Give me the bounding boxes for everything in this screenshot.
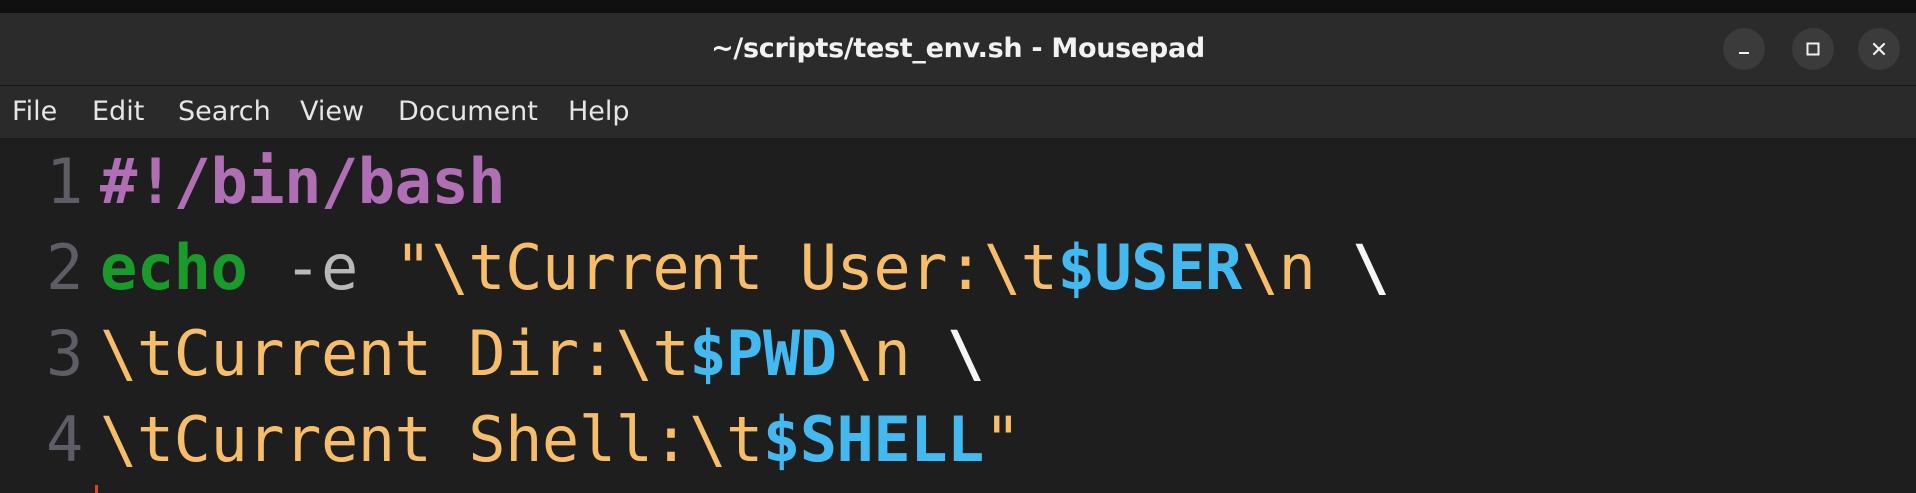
- code-line-2[interactable]: echo -e "\tCurrent User:\t$USER\n \: [100, 225, 1389, 311]
- window-title: ~/scripts/test_env.sh - Mousepad: [711, 33, 1205, 64]
- shebang-token: #!/bin/bash: [100, 145, 506, 218]
- menu-help[interactable]: Help: [568, 86, 630, 138]
- line-number: 3: [46, 317, 84, 390]
- line-number: 4: [46, 403, 84, 476]
- variable-token: $PWD: [689, 317, 837, 390]
- string-token: "\tCurrent User:\t: [394, 231, 1058, 304]
- echo-keyword-token: echo: [100, 231, 248, 304]
- string-token: ": [983, 403, 1021, 476]
- line-continuation-token: \: [1352, 231, 1389, 304]
- text-cursor: [95, 485, 98, 493]
- menu-view[interactable]: View: [300, 86, 364, 138]
- string-token: \n: [836, 317, 948, 390]
- flag-token: -e: [284, 231, 358, 304]
- code-line-1[interactable]: #!/bin/bash: [100, 139, 506, 225]
- desktop-top-strip: [0, 0, 1916, 13]
- menu-document[interactable]: Document: [398, 86, 538, 138]
- maximize-button[interactable]: [1792, 28, 1834, 70]
- menu-bar: File Edit Search View Document Help: [0, 86, 1916, 139]
- title-bar[interactable]: ~/scripts/test_env.sh - Mousepad: [0, 13, 1916, 86]
- menu-file[interactable]: File: [12, 86, 57, 138]
- string-token: \tCurrent Shell:\t: [100, 403, 763, 476]
- string-token: \n: [1241, 231, 1353, 304]
- minimize-button[interactable]: [1723, 28, 1765, 70]
- line-continuation-token: \: [947, 317, 984, 390]
- mousepad-window: ~/scripts/test_env.sh - Mousepad File Ed…: [0, 0, 1916, 493]
- variable-token: $USER: [1057, 231, 1243, 304]
- close-icon: [1872, 42, 1886, 56]
- menu-edit[interactable]: Edit: [92, 86, 144, 138]
- menu-search[interactable]: Search: [178, 86, 271, 138]
- code-line-4[interactable]: \tCurrent Shell:\t$SHELL": [100, 397, 1021, 483]
- string-token: \tCurrent Dir:\t: [100, 317, 690, 390]
- line-number: 2: [46, 231, 84, 304]
- minimize-icon: [1739, 52, 1749, 54]
- line-number: 1: [46, 145, 84, 218]
- line-number-gutter: 1 2 3 4: [0, 139, 90, 493]
- variable-token: $SHELL: [762, 403, 984, 476]
- maximize-icon: [1806, 42, 1820, 56]
- text-editor-area[interactable]: 1 2 3 4 #!/bin/bash echo -e "\tCurrent U…: [0, 139, 1916, 493]
- code-line-3[interactable]: \tCurrent Dir:\t$PWD\n \: [100, 311, 984, 397]
- close-button[interactable]: [1858, 28, 1900, 70]
